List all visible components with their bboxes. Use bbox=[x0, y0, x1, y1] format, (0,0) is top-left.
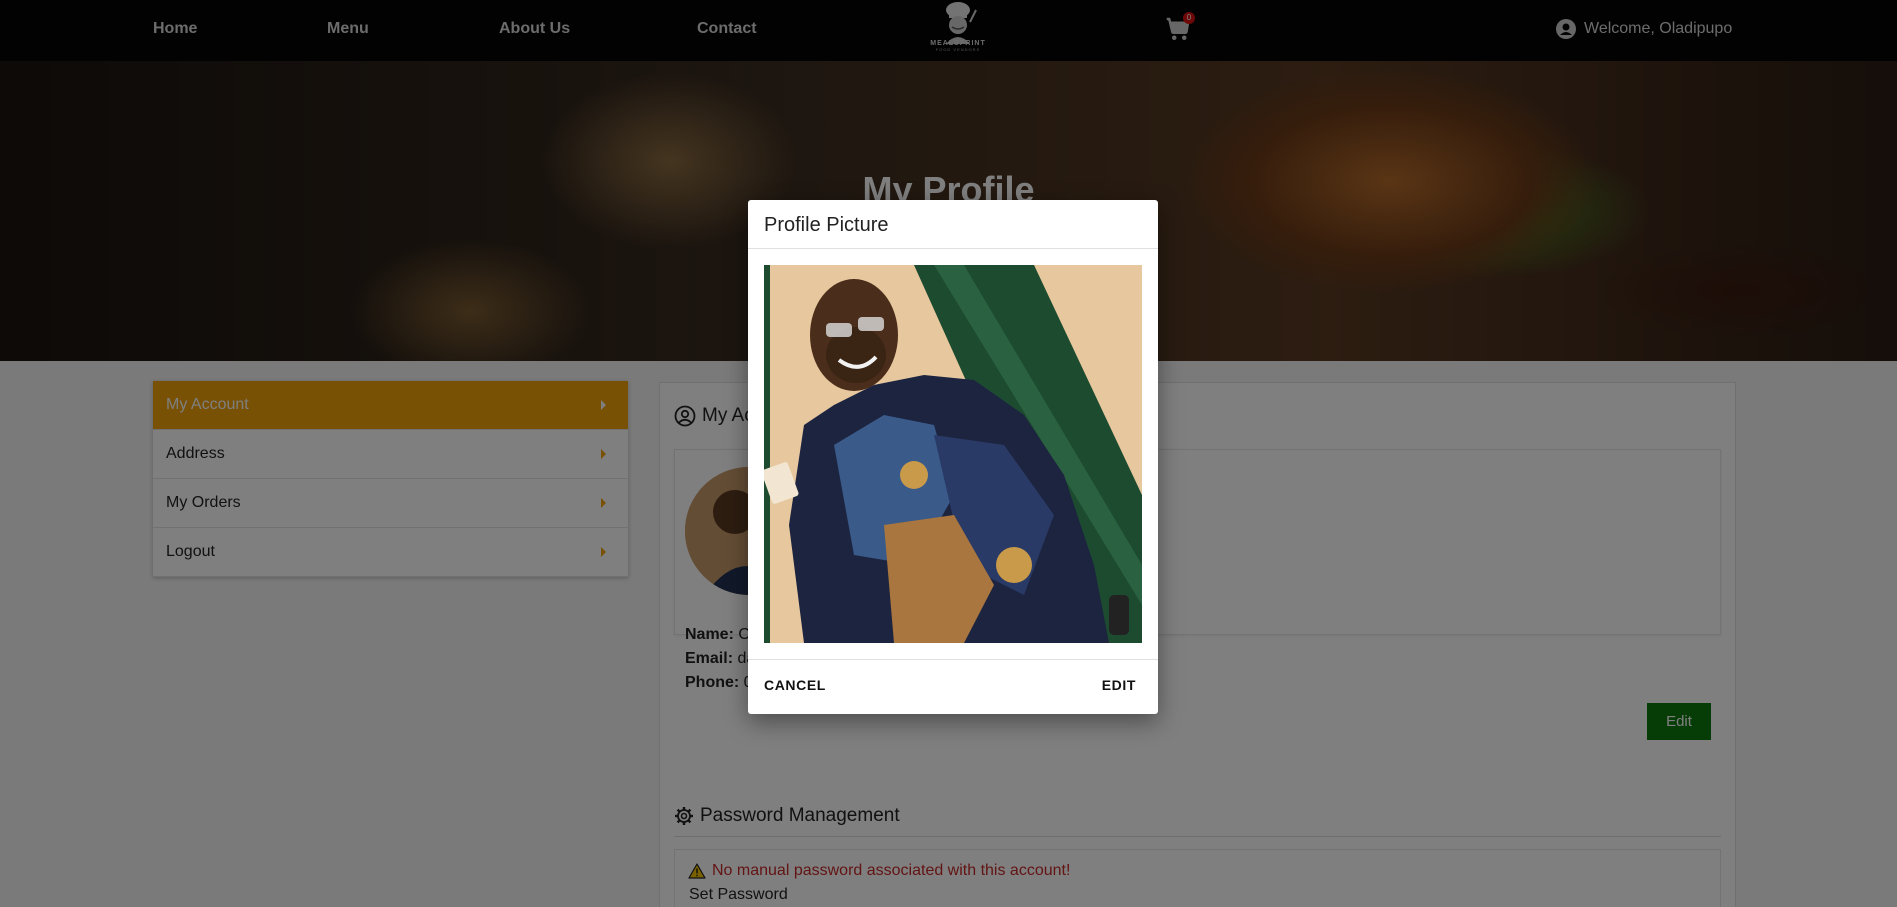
profile-picture-dialog: Profile Picture CANCEL EDIT bbox=[748, 200, 1158, 714]
edit-picture-button[interactable]: EDIT bbox=[1102, 677, 1136, 693]
cancel-button[interactable]: CANCEL bbox=[764, 677, 826, 693]
dialog-footer-divider bbox=[748, 659, 1158, 660]
profile-photo-image bbox=[764, 265, 1142, 643]
dialog-title: Profile Picture bbox=[764, 214, 889, 236]
profile-photo bbox=[764, 265, 1142, 643]
dialog-header-divider bbox=[748, 248, 1158, 249]
